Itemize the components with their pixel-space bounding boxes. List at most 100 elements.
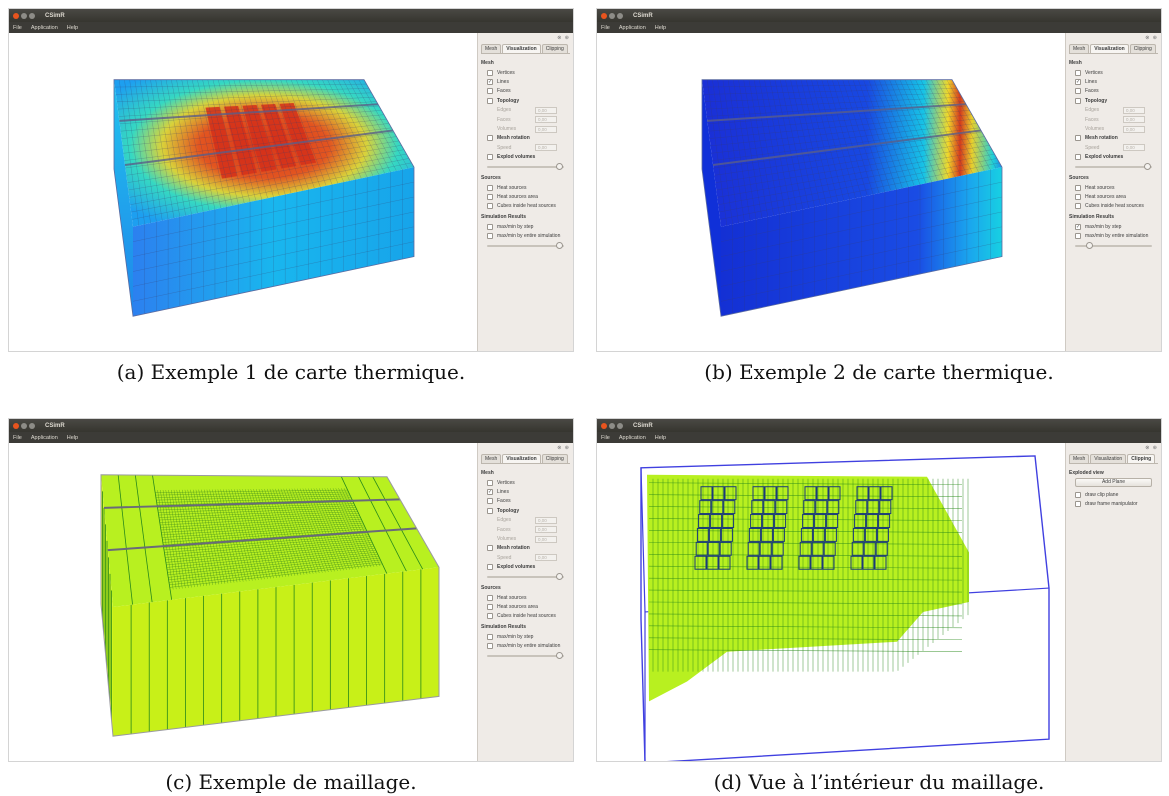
- menu-application[interactable]: Application: [619, 435, 646, 441]
- topology-option-checkbox[interactable]: [487, 507, 493, 514]
- minimize-window-icon[interactable]: [609, 12, 615, 19]
- vertices-option-checkbox[interactable]: [1075, 69, 1081, 76]
- menu-file[interactable]: File: [601, 435, 610, 441]
- vertices-option-checkbox[interactable]: [487, 69, 493, 76]
- dock-buttons[interactable]: ⊗ ⊕: [481, 445, 570, 452]
- heat-sources-area-option-checkbox[interactable]: [487, 603, 493, 610]
- maxmin-entire-option-checkbox[interactable]: [487, 643, 493, 650]
- tab-visualization[interactable]: Visualization: [502, 454, 541, 463]
- minimize-window-icon[interactable]: [21, 422, 27, 429]
- draw-frame-option-checkbox[interactable]: [1075, 501, 1081, 508]
- maxmin-step-option[interactable]: max/min by step: [481, 632, 570, 641]
- cubes-inside-option-checkbox[interactable]: [487, 613, 493, 620]
- simulation-slider-handle[interactable]: [556, 651, 564, 659]
- menu-file[interactable]: File: [13, 435, 22, 441]
- cubes-inside-option[interactable]: Cubes inside heat sources: [481, 612, 570, 621]
- scene-render[interactable]: [9, 443, 481, 761]
- mesh-rotation-option[interactable]: Mesh rotation: [481, 544, 570, 553]
- tab-mesh[interactable]: Mesh: [1069, 44, 1090, 53]
- heat-sources-option-checkbox[interactable]: [487, 594, 493, 601]
- faces-param-spinbox[interactable]: 0,00: [535, 116, 557, 124]
- heat-sources-area-option-checkbox[interactable]: [1075, 193, 1081, 200]
- mesh-rotation-option[interactable]: Mesh rotation: [1069, 134, 1158, 143]
- scene-render[interactable]: [9, 33, 481, 351]
- gl-viewport[interactable]: [597, 443, 1069, 761]
- scene-render[interactable]: [597, 443, 1069, 761]
- menu-help[interactable]: Help: [655, 25, 666, 31]
- tab-clipping[interactable]: Clipping: [1129, 44, 1156, 53]
- vertices-option[interactable]: Vertices: [1069, 68, 1158, 77]
- simulation-slider[interactable]: [487, 241, 564, 251]
- faces-param-spinbox[interactable]: 0,00: [1123, 116, 1145, 124]
- scene-render[interactable]: [597, 33, 1069, 351]
- maxmin-entire-option-checkbox[interactable]: [487, 233, 493, 240]
- menu-application[interactable]: Application: [619, 25, 646, 31]
- cubes-inside-option[interactable]: Cubes inside heat sources: [481, 202, 570, 211]
- cubes-inside-option-checkbox[interactable]: [487, 203, 493, 210]
- faces-param-spinbox[interactable]: 0,00: [535, 526, 557, 534]
- cubes-inside-option-checkbox[interactable]: [1075, 203, 1081, 210]
- faces-option[interactable]: Faces: [481, 87, 570, 96]
- simulation-slider-handle[interactable]: [1086, 241, 1094, 249]
- heat-sources-area-option-checkbox[interactable]: [487, 193, 493, 200]
- vertices-option[interactable]: Vertices: [481, 68, 570, 77]
- close-window-icon[interactable]: [601, 422, 607, 429]
- tab-clipping[interactable]: Clipping: [541, 44, 568, 53]
- topology-option-checkbox[interactable]: [1075, 97, 1081, 104]
- faces-option-checkbox[interactable]: [487, 88, 493, 95]
- menu-help[interactable]: Help: [67, 25, 78, 31]
- edges-param-spinbox[interactable]: 0,00: [535, 106, 557, 114]
- maxmin-entire-option-checkbox[interactable]: [1075, 233, 1081, 240]
- minimize-window-icon[interactable]: [21, 12, 27, 19]
- faces-option-checkbox[interactable]: [487, 498, 493, 505]
- heat-sources-option[interactable]: Heat sources: [481, 183, 570, 192]
- topology-option[interactable]: Topology: [1069, 96, 1158, 105]
- heat-sources-area-option[interactable]: Heat sources area: [1069, 192, 1158, 201]
- gl-viewport[interactable]: [9, 33, 481, 351]
- simulation-slider[interactable]: [487, 651, 564, 661]
- tab-visualization[interactable]: Visualization: [1090, 454, 1127, 463]
- heat-sources-option[interactable]: Heat sources: [1069, 183, 1158, 192]
- menu-file[interactable]: File: [13, 25, 22, 31]
- maximize-window-icon[interactable]: [29, 422, 35, 429]
- lines-option[interactable]: Lines: [481, 77, 570, 86]
- tab-mesh[interactable]: Mesh: [481, 454, 502, 463]
- maxmin-step-option-checkbox[interactable]: [487, 633, 493, 640]
- lines-option-checkbox[interactable]: [487, 79, 493, 86]
- simulation-slider-handle[interactable]: [556, 241, 564, 249]
- speed-param-spinbox[interactable]: 0,00: [535, 144, 557, 152]
- vertices-option-checkbox[interactable]: [487, 479, 493, 486]
- maxmin-entire-option[interactable]: max/min by entire simulation: [1069, 231, 1158, 240]
- draw-frame-option[interactable]: draw frame manipulator: [1069, 499, 1158, 508]
- edges-param-spinbox[interactable]: 0,00: [535, 516, 557, 524]
- explod-volumes-option-checkbox[interactable]: [1075, 154, 1081, 161]
- maxmin-step-option-checkbox[interactable]: [1075, 223, 1081, 230]
- dock-buttons[interactable]: ⊗ ⊕: [1069, 35, 1158, 42]
- maximize-window-icon[interactable]: [29, 12, 35, 19]
- menu-application[interactable]: Application: [31, 435, 58, 441]
- heat-sources-area-option[interactable]: Heat sources area: [481, 192, 570, 201]
- explod-volumes-option[interactable]: Explod volumes: [481, 153, 570, 162]
- heat-sources-option-checkbox[interactable]: [487, 184, 493, 191]
- volumes-param-spinbox[interactable]: 0,00: [535, 125, 557, 133]
- explode-slider-handle[interactable]: [1144, 162, 1152, 170]
- topology-option-checkbox[interactable]: [487, 97, 493, 104]
- lines-option-checkbox[interactable]: [1075, 79, 1081, 86]
- topology-option[interactable]: Topology: [481, 506, 570, 515]
- lines-option[interactable]: Lines: [1069, 77, 1158, 86]
- close-window-icon[interactable]: [13, 422, 19, 429]
- explode-slider[interactable]: [1075, 162, 1152, 172]
- tab-visualization[interactable]: Visualization: [502, 44, 541, 53]
- topology-option[interactable]: Topology: [481, 96, 570, 105]
- mesh-rotation-option-checkbox[interactable]: [487, 545, 493, 552]
- explode-slider[interactable]: [487, 162, 564, 172]
- speed-param-spinbox[interactable]: 0,00: [1123, 144, 1145, 152]
- menu-help[interactable]: Help: [67, 435, 78, 441]
- vertices-option[interactable]: Vertices: [481, 478, 570, 487]
- maxmin-step-option[interactable]: max/min by step: [481, 222, 570, 231]
- tab-mesh[interactable]: Mesh: [1069, 454, 1090, 463]
- explod-volumes-option[interactable]: Explod volumes: [481, 563, 570, 572]
- dock-buttons[interactable]: ⊗ ⊕: [1069, 445, 1158, 452]
- tab-mesh[interactable]: Mesh: [481, 44, 502, 53]
- menu-help[interactable]: Help: [655, 435, 666, 441]
